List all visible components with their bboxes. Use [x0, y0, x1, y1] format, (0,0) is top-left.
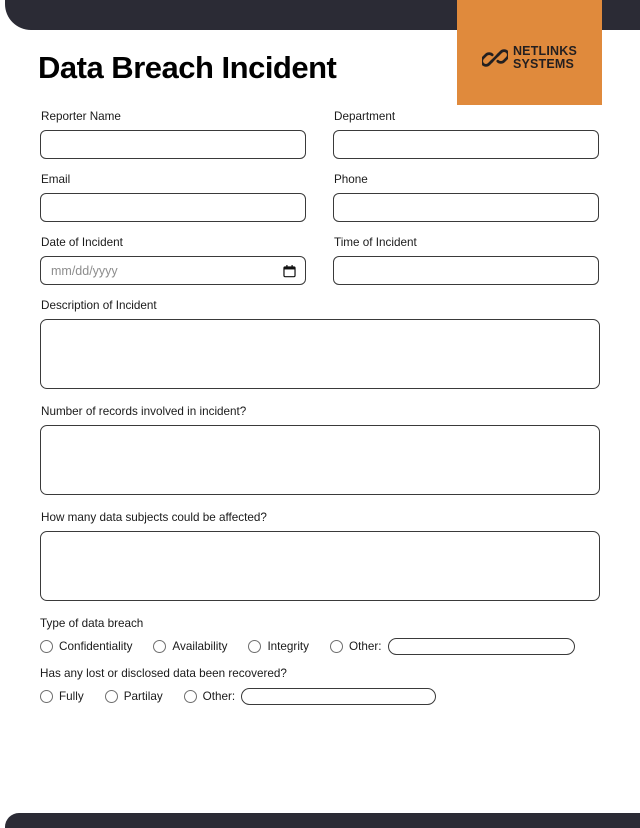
department-input[interactable]	[333, 130, 599, 159]
radio-label: Partilay	[123, 689, 163, 703]
radio-label: Integrity	[267, 639, 310, 653]
brand-logo: NETLINKS SYSTEMS	[457, 0, 602, 105]
field-date-of-incident: Date of Incident	[40, 236, 306, 285]
label-records-count: Number of records involved in incident?	[41, 405, 247, 418]
field-records-count: Number of records involved in incident?	[40, 405, 600, 495]
brand-logo-line1: NETLINKS	[512, 43, 578, 58]
group-recovered: Has any lost or disclosed data been reco…	[40, 667, 600, 705]
radio-circle-icon[interactable]	[153, 640, 167, 653]
brand-logo-text: NETLINKS SYSTEMS	[512, 43, 578, 71]
radio-label-other: Other:	[349, 639, 382, 653]
field-data-subjects: How many data subjects could be affected…	[40, 511, 600, 601]
form-row-date-time: Date of Incident Time of Incident	[40, 236, 600, 299]
radio-recovered-fully[interactable]: Fully	[40, 690, 84, 704]
radio-recovered-partially[interactable]: Partilay	[104, 689, 163, 704]
radio-recovered-other[interactable]: Other:	[183, 688, 600, 705]
field-description: Description of Incident	[40, 299, 600, 389]
label-department: Department	[334, 110, 396, 123]
field-reporter-name: Reporter Name	[40, 110, 306, 159]
radio-breach-availability[interactable]: Availability	[153, 640, 227, 654]
radio-circle-icon[interactable]	[104, 690, 118, 703]
breach-type-other-input[interactable]	[387, 638, 575, 655]
chain-link-icon	[481, 48, 508, 67]
brand-logo-line2: SYSTEMS	[512, 56, 575, 71]
footer-dark-bar	[5, 813, 640, 828]
email-input[interactable]	[40, 193, 306, 222]
breach-type-options: Confidentiality Availability Integrity O…	[40, 638, 600, 655]
incident-form: Reporter Name Department Email Phone Dat…	[40, 110, 600, 705]
recovered-options: Fully Partilay Other:	[40, 688, 600, 705]
phone-input[interactable]	[333, 193, 599, 222]
form-row-email-phone: Email Phone	[40, 173, 600, 236]
radio-label: Availability	[172, 639, 228, 653]
field-phone: Phone	[333, 173, 599, 222]
field-email: Email	[40, 173, 306, 222]
label-time-of-incident: Time of Incident	[334, 236, 417, 249]
page-title: Data Breach Incident	[38, 50, 337, 85]
label-description: Description of Incident	[41, 299, 157, 312]
radio-breach-integrity[interactable]: Integrity	[248, 640, 309, 654]
label-breach-type: Type of data breach	[40, 617, 144, 630]
radio-circle-icon[interactable]	[330, 640, 344, 653]
radio-label: Confidentiality	[59, 639, 133, 653]
label-recovered: Has any lost or disclosed data been reco…	[40, 667, 287, 680]
radio-circle-icon[interactable]	[40, 640, 53, 653]
label-date-of-incident: Date of Incident	[41, 236, 123, 249]
radio-label-other: Other:	[202, 689, 236, 703]
time-of-incident-input[interactable]	[333, 256, 599, 285]
label-data-subjects: How many data subjects could be affected…	[41, 511, 267, 524]
label-reporter-name: Reporter Name	[41, 110, 121, 123]
group-breach-type: Type of data breach Confidentiality Avai…	[40, 617, 600, 655]
radio-breach-other[interactable]: Other:	[330, 638, 600, 655]
radio-circle-icon[interactable]	[248, 640, 262, 653]
date-of-incident-input[interactable]	[40, 256, 306, 285]
recovered-other-input[interactable]	[241, 688, 437, 705]
radio-label: Fully	[59, 689, 84, 703]
records-count-textarea[interactable]	[40, 425, 600, 495]
radio-circle-icon[interactable]	[183, 690, 197, 703]
label-email: Email	[41, 173, 71, 186]
field-department: Department	[333, 110, 599, 159]
label-phone: Phone	[334, 173, 368, 186]
radio-circle-icon[interactable]	[40, 690, 53, 703]
radio-breach-confidentiality[interactable]: Confidentiality	[40, 640, 132, 654]
data-subjects-textarea[interactable]	[40, 531, 600, 601]
field-time-of-incident: Time of Incident	[333, 236, 599, 285]
description-textarea[interactable]	[40, 319, 600, 389]
form-row-name-department: Reporter Name Department	[40, 110, 600, 173]
reporter-name-input[interactable]	[40, 130, 306, 159]
document-page: NETLINKS SYSTEMS Data Breach Incident Re…	[0, 0, 640, 828]
